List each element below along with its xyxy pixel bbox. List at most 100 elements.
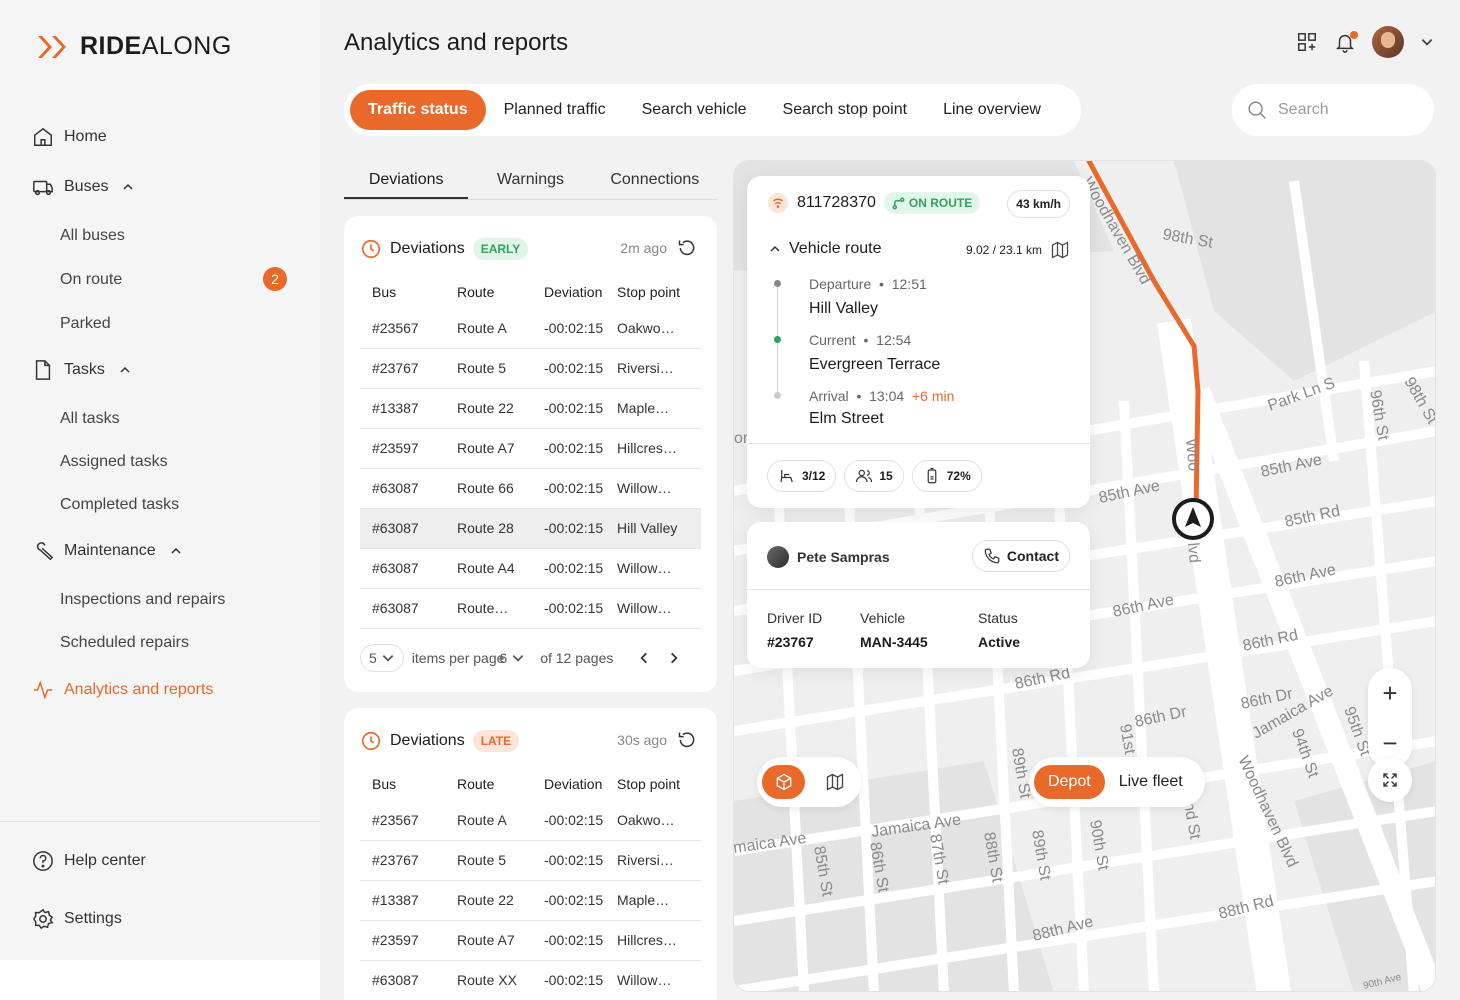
home-icon bbox=[34, 127, 52, 146]
late-badge: LATE bbox=[472, 730, 520, 752]
table-row[interactable]: #23767 Route 5 -00:02:15 Riversi… bbox=[360, 840, 701, 881]
route-cell: Route A7 bbox=[445, 428, 530, 469]
bus-cell: #63087 bbox=[360, 960, 445, 1000]
tab-search-stop-point[interactable]: Search stop point bbox=[765, 90, 926, 130]
table-row[interactable]: #13387 Route 22 -00:02:15 Maple… bbox=[360, 388, 701, 429]
logo-chevrons-icon bbox=[38, 35, 66, 58]
page-value: 6 bbox=[499, 650, 508, 666]
deviation-subtabs: Deviations Warnings Connections bbox=[344, 160, 717, 200]
bus-cell: #23597 bbox=[360, 428, 445, 469]
nav-all-tasks[interactable]: All tasks bbox=[60, 410, 120, 428]
timeline-dot-current bbox=[774, 336, 781, 343]
nav-inspections[interactable]: Inspections and repairs bbox=[60, 591, 225, 609]
nav-on-route[interactable]: On route bbox=[60, 271, 122, 289]
nav-help[interactable]: Help center bbox=[32, 850, 146, 872]
vehicle-route-toggle[interactable]: Vehicle route bbox=[769, 240, 882, 258]
tab-search-vehicle[interactable]: Search vehicle bbox=[624, 90, 765, 130]
chevron-up-icon bbox=[770, 245, 780, 252]
search-input[interactable] bbox=[1278, 101, 1408, 119]
tab-planned-traffic[interactable]: Planned traffic bbox=[486, 90, 624, 130]
table-row[interactable]: #23567 Route A -00:02:15 Oakwo… bbox=[360, 308, 701, 349]
nav-settings[interactable]: Settings bbox=[32, 908, 122, 930]
driver-id-field: Driver ID #23767 bbox=[767, 610, 823, 650]
tab-line-overview[interactable]: Line overview bbox=[925, 90, 1059, 130]
nav-buses[interactable]: Buses bbox=[32, 176, 134, 198]
stop-point-cell: Oakwo… bbox=[615, 308, 701, 349]
subtab-deviations[interactable]: Deviations bbox=[344, 160, 469, 199]
table-row[interactable]: #63087 Route XX -00:02:15 Willow… bbox=[360, 960, 701, 1000]
clock-icon bbox=[361, 731, 381, 751]
live-fleet-button[interactable]: Live fleet bbox=[1105, 765, 1197, 799]
3d-view-button[interactable] bbox=[762, 765, 805, 799]
next-page-button[interactable] bbox=[667, 651, 681, 665]
nav-maintenance[interactable]: Maintenance bbox=[32, 540, 182, 562]
notifications-button[interactable] bbox=[1334, 31, 1358, 53]
chevron-down-icon bbox=[512, 655, 524, 662]
table-row[interactable]: #23597 Route A7 -00:02:15 Hillcres… bbox=[360, 920, 701, 961]
nav-tasks[interactable]: Tasks bbox=[32, 359, 131, 381]
table-row[interactable]: #13387 Route 22 -00:02:15 Maple… bbox=[360, 880, 701, 921]
refresh-icon[interactable] bbox=[677, 730, 697, 750]
table-row[interactable]: #63087 Route A4 -00:02:15 Willow… bbox=[360, 548, 701, 589]
map-view-button[interactable] bbox=[813, 765, 856, 799]
tab-traffic-status[interactable]: Traffic status bbox=[350, 90, 486, 130]
route-cell: Route 28 bbox=[445, 508, 530, 549]
divider bbox=[747, 589, 1090, 590]
arrival-meta: Arrival • 13:04 +6 min bbox=[809, 388, 955, 404]
deviation-cell: -00:02:15 bbox=[530, 588, 615, 629]
user-avatar[interactable] bbox=[1372, 26, 1404, 58]
main-tabs: Traffic status Planned traffic Search ve… bbox=[344, 84, 1081, 136]
nav-parked[interactable]: Parked bbox=[60, 315, 111, 333]
col-route: Route bbox=[457, 776, 495, 792]
nav-completed-tasks[interactable]: Completed tasks bbox=[60, 496, 179, 514]
passengers-chip: 15 bbox=[844, 460, 904, 492]
fullscreen-button[interactable] bbox=[1368, 758, 1412, 802]
arrival-delay: +6 min bbox=[911, 388, 955, 404]
per-page-select[interactable]: 5 bbox=[360, 644, 404, 672]
contact-button[interactable]: Contact bbox=[971, 540, 1070, 572]
wrench-icon bbox=[36, 542, 54, 561]
chevron-up-icon bbox=[171, 547, 181, 554]
vehicle-card: 811728370 ON ROUTE 43 km/h Vehicle route… bbox=[747, 176, 1090, 508]
nav-home[interactable]: Home bbox=[32, 126, 107, 148]
stop-point-cell: Willow… bbox=[615, 548, 701, 589]
table-row[interactable]: #63087 Route 66 -00:02:15 Willow… bbox=[360, 468, 701, 509]
status-text: ON ROUTE bbox=[908, 196, 973, 210]
zoom-out-button[interactable]: − bbox=[1382, 730, 1397, 756]
table-row[interactable]: #23767 Route 5 -00:02:15 Riversi… bbox=[360, 348, 701, 389]
deviation-cell: -00:02:15 bbox=[530, 308, 615, 349]
zoom-in-button[interactable]: + bbox=[1382, 680, 1397, 706]
updated-time: 2m ago bbox=[620, 240, 667, 256]
chevron-right-icon bbox=[671, 652, 678, 664]
stop-point-cell: Willow… bbox=[615, 468, 701, 509]
map-icon bbox=[826, 773, 843, 791]
table-row[interactable]: #63087 Route 28 -00:02:15 Hill Valley bbox=[360, 508, 701, 549]
bus-cell: #63087 bbox=[360, 508, 445, 549]
table-row[interactable]: #23567 Route A -00:02:15 Oakwo… bbox=[360, 800, 701, 841]
refresh-icon[interactable] bbox=[677, 238, 697, 258]
map-icon[interactable] bbox=[1050, 240, 1070, 260]
depot-button[interactable]: Depot bbox=[1034, 765, 1105, 799]
table-row[interactable]: #23597 Route A7 -00:02:15 Hillcres… bbox=[360, 428, 701, 469]
logo[interactable]: RIDEALONG bbox=[36, 32, 232, 61]
nav-scheduled-repairs[interactable]: Scheduled repairs bbox=[60, 634, 189, 652]
status-field: Status Active bbox=[978, 610, 1021, 650]
subtab-connections[interactable]: Connections bbox=[593, 160, 717, 199]
chevron-down-icon[interactable] bbox=[1420, 35, 1434, 49]
nav-all-buses[interactable]: All buses bbox=[60, 227, 125, 245]
prev-page-button[interactable] bbox=[637, 651, 651, 665]
page-select[interactable]: 6 bbox=[490, 644, 534, 672]
fleet-toggle: Depot Live fleet bbox=[1029, 757, 1205, 807]
nav-help-label: Help center bbox=[64, 852, 146, 869]
subtab-warnings[interactable]: Warnings bbox=[468, 160, 592, 199]
route-cell: Route 22 bbox=[445, 388, 530, 429]
nav-assigned-tasks[interactable]: Assigned tasks bbox=[60, 453, 168, 471]
route-cell: Route A7 bbox=[445, 920, 530, 961]
col-bus: Bus bbox=[372, 284, 397, 300]
add-widget-icon[interactable] bbox=[1296, 31, 1318, 53]
nav-home-label: Home bbox=[64, 128, 107, 145]
nav-analytics[interactable]: Analytics and reports bbox=[32, 679, 213, 701]
table-row[interactable]: #63087 Route… -00:02:15 Willow… bbox=[360, 588, 701, 629]
seats-chip: 3/12 bbox=[767, 460, 837, 492]
stop-point-cell: Oakwo… bbox=[615, 800, 701, 841]
